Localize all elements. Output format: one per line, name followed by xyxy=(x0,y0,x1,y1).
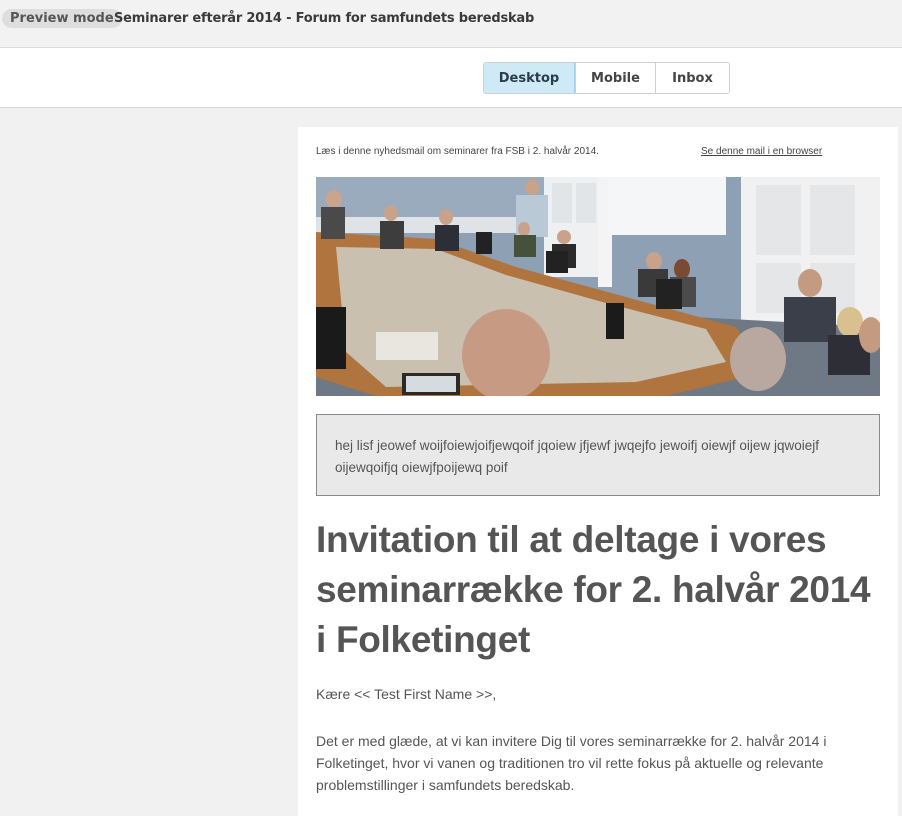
seminar-photo xyxy=(316,177,880,396)
hero-image xyxy=(316,177,880,396)
desktop-view-button[interactable]: Desktop xyxy=(484,63,575,93)
device-segmented-control: Desktop Mobile Inbox xyxy=(483,62,730,94)
body-paragraph: Det er med glæde, at vi kan invitere Dig… xyxy=(316,733,827,793)
greeting-text: Kære << Test First Name >>, xyxy=(316,686,497,702)
preview-mode-badge: Preview mode xyxy=(2,9,122,28)
mobile-view-button[interactable]: Mobile xyxy=(575,63,655,93)
inbox-view-button[interactable]: Inbox xyxy=(655,63,729,93)
preheader-text: Læs i denne nyhedsmail om seminarer fra … xyxy=(316,146,599,157)
email-preview: Læs i denne nyhedsmail om seminarer fra … xyxy=(298,127,898,816)
preview-header: Preview mode Seminarer efterår 2014 - Fo… xyxy=(0,0,902,48)
device-switch-bar: Desktop Mobile Inbox xyxy=(0,48,902,108)
view-in-browser-link[interactable]: Se denne mail i en browser xyxy=(701,146,822,157)
email-headline: Invitation til at deltage i vores semina… xyxy=(316,519,871,660)
email-subject-title: Seminarer efterår 2014 - Forum for samfu… xyxy=(114,11,535,26)
intro-text-box: hej lisf jeowef woijfoiewjoifjewqoif jqo… xyxy=(316,414,880,496)
